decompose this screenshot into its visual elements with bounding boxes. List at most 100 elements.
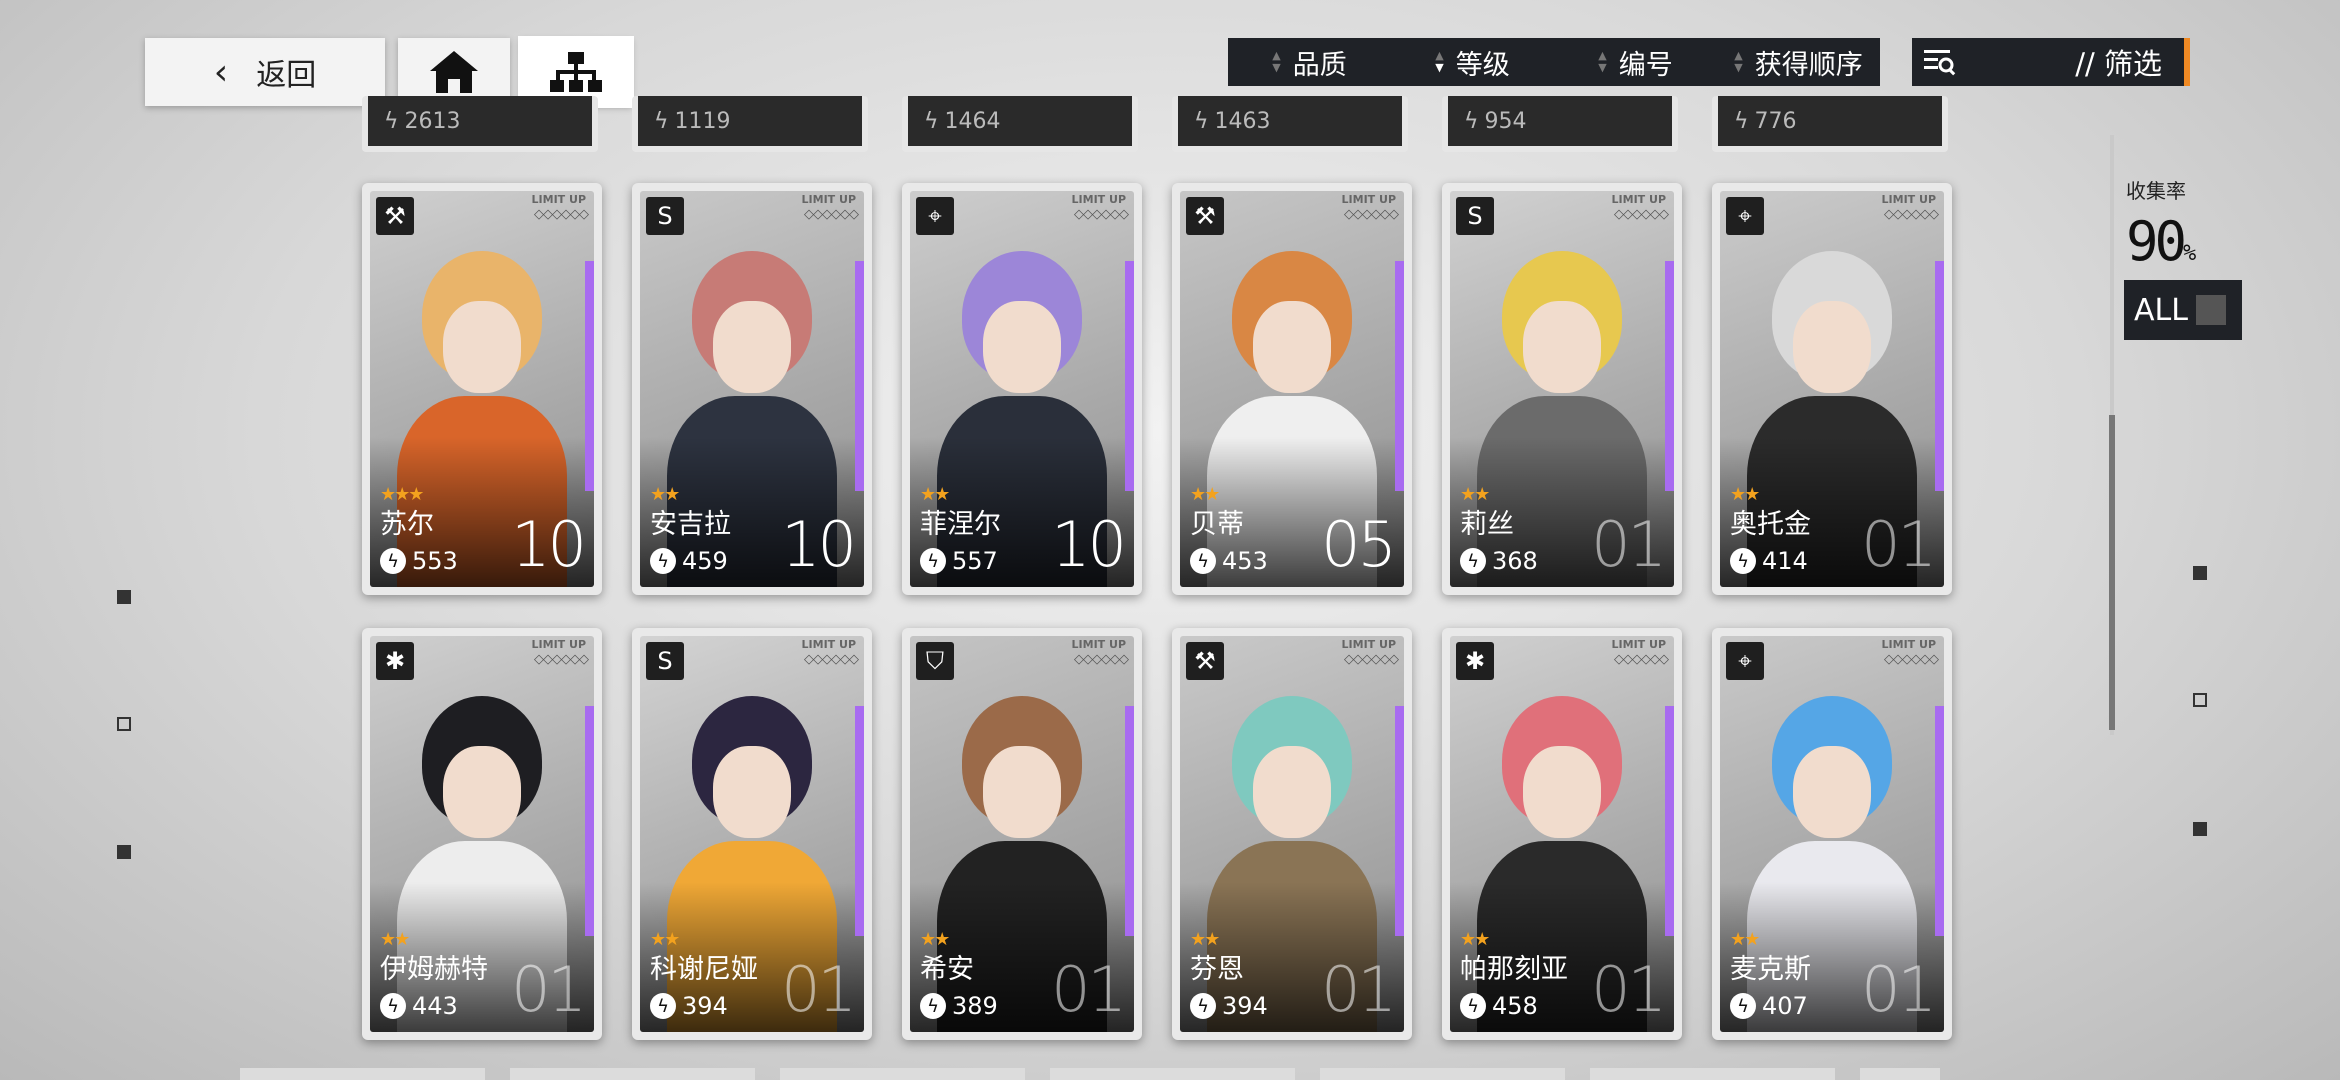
all-toggle-button[interactable]: ALL bbox=[2124, 280, 2242, 340]
partial-power: 2613 bbox=[404, 108, 461, 134]
home-icon bbox=[430, 51, 478, 93]
limit-up-label: LIMIT UP bbox=[1881, 193, 1936, 206]
filter-button[interactable]: // 筛选 bbox=[1912, 38, 2190, 86]
character-card[interactable]: ⌖ LIMIT UP ◇◇◇◇◇◇ ★★ 菲涅尔 ϟ 557 10 bbox=[902, 183, 1142, 595]
sort-quality[interactable]: ▲ ▼ 品质 bbox=[1228, 38, 1391, 86]
bolt-icon: ϟ bbox=[920, 993, 946, 1019]
partial-card[interactable]: ϟ 2613 bbox=[362, 96, 598, 152]
bolt-icon: ϟ bbox=[1190, 548, 1216, 574]
rank-pips-icon: ◇◇◇◇◇◇ bbox=[534, 207, 589, 222]
character-card[interactable]: S LIMIT UP ◇◇◇◇◇◇ ★★ 安吉拉 ϟ 459 10 bbox=[632, 183, 872, 595]
character-level: 05 bbox=[1321, 508, 1397, 581]
crosshair-icon: ⌖ bbox=[1726, 197, 1764, 235]
crosshair-icon: ⌖ bbox=[916, 197, 954, 235]
card-frame: ⚒ LIMIT UP ◇◇◇◇◇◇ ★★ 贝蒂 ϟ 453 05 bbox=[1180, 191, 1404, 587]
character-level: 01 bbox=[1861, 953, 1937, 1026]
limit-up-label: LIMIT UP bbox=[801, 638, 856, 651]
crosshair-icon: ⌖ bbox=[1726, 642, 1764, 680]
character-level: 01 bbox=[1591, 953, 1667, 1026]
character-card[interactable]: ⚒ LIMIT UP ◇◇◇◇◇◇ ★★ 贝蒂 ϟ 453 05 bbox=[1172, 183, 1412, 595]
partial-card[interactable]: ϟ 1464 bbox=[902, 96, 1138, 152]
chevron-left-icon: ‹ bbox=[213, 51, 229, 93]
rank-pips-icon: ◇◇◇◇◇◇ bbox=[1884, 207, 1939, 222]
power-number: 407 bbox=[1762, 992, 1808, 1020]
bolt-icon: ϟ bbox=[380, 548, 406, 574]
partial-card[interactable]: ϟ 776 bbox=[1712, 96, 1948, 152]
character-name: 贝蒂 bbox=[1190, 509, 1244, 540]
rarity-stripe bbox=[1125, 706, 1134, 936]
shield-s-icon: S bbox=[1456, 197, 1494, 235]
sort-acquired[interactable]: ▲ ▼ 获得顺序 bbox=[1717, 38, 1880, 86]
collection-rate: 90% bbox=[2126, 210, 2197, 273]
rarity-stripe bbox=[1665, 706, 1674, 936]
character-level: 10 bbox=[511, 508, 587, 581]
character-card[interactable]: ⚒ LIMIT UP ◇◇◇◇◇◇ ★★★ 苏尔 ϟ 553 10 bbox=[362, 183, 602, 595]
character-card[interactable]: ⌖ LIMIT UP ◇◇◇◇◇◇ ★★ 奥托金 ϟ 414 01 bbox=[1712, 183, 1952, 595]
rank-pips-icon: ◇◇◇◇◇◇ bbox=[1074, 207, 1129, 222]
sort-label: 等级 bbox=[1455, 49, 1510, 81]
sort-arrows-icon: ▲ ▼ bbox=[1734, 49, 1743, 74]
character-name: 帕那刻亚 bbox=[1460, 954, 1568, 985]
character-level: 10 bbox=[1051, 508, 1127, 581]
character-level: 01 bbox=[1051, 953, 1127, 1026]
power-number: 389 bbox=[952, 992, 998, 1020]
character-name: 莉丝 bbox=[1460, 509, 1514, 540]
bolt-icon: ϟ bbox=[1464, 108, 1479, 134]
portrait-face bbox=[443, 746, 521, 838]
sort-arrows-icon: ▲ ▼ bbox=[1272, 49, 1281, 74]
sort-label: 获得顺序 bbox=[1754, 49, 1863, 81]
power-value: ϟ 394 bbox=[1190, 992, 1268, 1020]
character-level: 01 bbox=[1861, 508, 1937, 581]
character-card[interactable]: S LIMIT UP ◇◇◇◇◇◇ ★★ 科谢尼娅 ϟ 394 01 bbox=[632, 628, 872, 1040]
character-name: 麦克斯 bbox=[1730, 954, 1811, 985]
rank-pips-icon: ◇◇◇◇◇◇ bbox=[1614, 652, 1669, 667]
character-name: 奥托金 bbox=[1730, 509, 1811, 540]
bolt-icon: ϟ bbox=[920, 548, 946, 574]
hammer-icon: ⚒ bbox=[1186, 642, 1224, 680]
deco-square bbox=[2193, 566, 2207, 580]
limit-up-label: LIMIT UP bbox=[801, 193, 856, 206]
character-card[interactable]: S LIMIT UP ◇◇◇◇◇◇ ★★ 莉丝 ϟ 368 01 bbox=[1442, 183, 1682, 595]
power-value: ϟ 368 bbox=[1460, 547, 1538, 575]
card-frame: S LIMIT UP ◇◇◇◇◇◇ ★★ 科谢尼娅 ϟ 394 01 bbox=[640, 636, 864, 1032]
power-value: ϟ 458 bbox=[1460, 992, 1538, 1020]
card-frame: ⛉ LIMIT UP ◇◇◇◇◇◇ ★★ 希安 ϟ 389 01 bbox=[910, 636, 1134, 1032]
character-card[interactable]: ⌖ LIMIT UP ◇◇◇◇◇◇ ★★ 麦克斯 ϟ 407 01 bbox=[1712, 628, 1952, 1040]
sort-level[interactable]: ▲ ▼ 等级 bbox=[1391, 38, 1554, 86]
deco-square bbox=[2193, 822, 2207, 836]
back-button[interactable]: ‹ 返回 bbox=[145, 38, 385, 106]
rank-pips-icon: ◇◇◇◇◇◇ bbox=[1074, 652, 1129, 667]
partial-card[interactable]: ϟ 1463 bbox=[1172, 96, 1408, 152]
power-number: 394 bbox=[682, 992, 728, 1020]
filter-label: // 筛选 bbox=[2075, 47, 2162, 81]
sort-bar: ▲ ▼ 品质 ▲ ▼ 等级 ▲ ▼ 编号 ▲ ▼ 获得顺序 bbox=[1228, 38, 1880, 86]
power-number: 458 bbox=[1492, 992, 1538, 1020]
power-number: 414 bbox=[1762, 547, 1808, 575]
scrollbar-thumb[interactable] bbox=[2109, 415, 2115, 730]
all-label: ALL bbox=[2134, 292, 2188, 328]
rarity-stripe bbox=[1935, 706, 1944, 936]
rarity-stripe bbox=[855, 261, 864, 491]
power-value: ϟ 407 bbox=[1730, 992, 1808, 1020]
character-card[interactable]: ✱ LIMIT UP ◇◇◇◇◇◇ ★★ 伊姆赫特 ϟ 443 01 bbox=[362, 628, 602, 1040]
bolt-icon: ϟ bbox=[654, 108, 669, 134]
character-name: 菲涅尔 bbox=[920, 509, 1001, 540]
checkbox-icon bbox=[2195, 295, 2226, 325]
character-card[interactable]: ⚒ LIMIT UP ◇◇◇◇◇◇ ★★ 芬恩 ϟ 394 01 bbox=[1172, 628, 1412, 1040]
deco-square bbox=[117, 717, 131, 731]
character-card[interactable]: ✱ LIMIT UP ◇◇◇◇◇◇ ★★ 帕那刻亚 ϟ 458 01 bbox=[1442, 628, 1682, 1040]
sort-number[interactable]: ▲ ▼ 编号 bbox=[1554, 38, 1717, 86]
rank-pips-icon: ◇◇◇◇◇◇ bbox=[534, 652, 589, 667]
power-value: ϟ 453 bbox=[1190, 547, 1268, 575]
partial-card[interactable]: ϟ 1119 bbox=[632, 96, 868, 152]
character-level: 01 bbox=[1321, 953, 1397, 1026]
sort-label: 编号 bbox=[1618, 49, 1673, 81]
rank-pips-icon: ◇◇◇◇◇◇ bbox=[804, 207, 859, 222]
filter-list-icon bbox=[1924, 50, 1956, 76]
back-label: 返回 bbox=[256, 58, 317, 93]
character-card[interactable]: ⛉ LIMIT UP ◇◇◇◇◇◇ ★★ 希安 ϟ 389 01 bbox=[902, 628, 1142, 1040]
rarity-stripe bbox=[1665, 261, 1674, 491]
partial-card[interactable]: ϟ 954 bbox=[1442, 96, 1678, 152]
power-number: 553 bbox=[412, 547, 458, 575]
character-name: 科谢尼娅 bbox=[650, 954, 758, 985]
